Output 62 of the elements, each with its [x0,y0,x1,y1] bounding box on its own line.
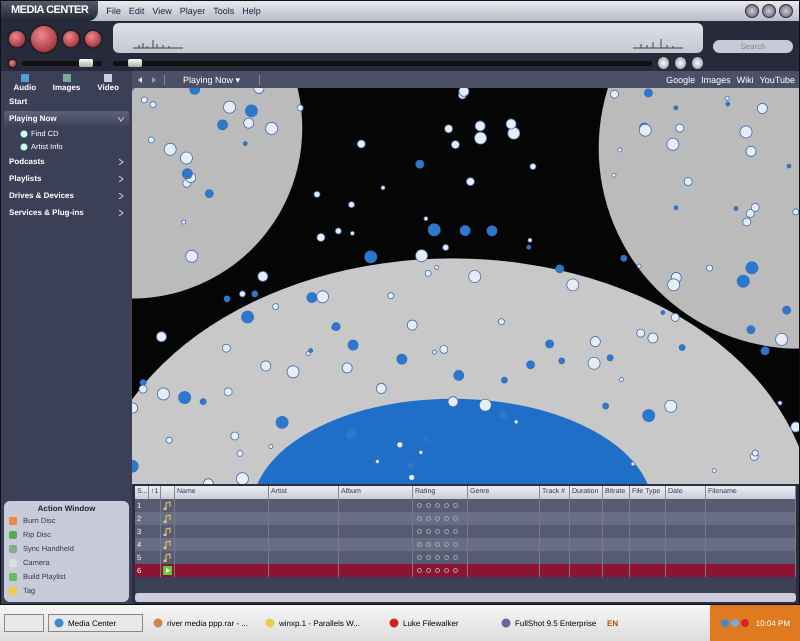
taskbar-button[interactable]: Media Center [48,614,143,632]
media-tab[interactable]: Audio [4,73,46,92]
app-icon [54,618,64,628]
star-rating[interactable] [415,566,460,575]
waveform-drawing [633,39,683,49]
search-field[interactable]: Search [713,40,793,52]
nav-item[interactable]: Drives & Devices [4,188,129,203]
menu-item[interactable]: View [152,6,172,16]
app-icon [153,618,163,628]
media-tab[interactable]: Video [87,73,130,92]
nav-item[interactable]: Podcasts [4,154,129,169]
web-link[interactable]: Google [666,74,696,84]
position-thumb[interactable] [128,58,142,66]
app-logo: MEDIA CENTER [1,1,98,21]
panel-title: Action Window [36,504,96,513]
app-icon [389,618,399,628]
star-rating[interactable] [415,540,460,549]
language-indicator: EN [607,618,618,628]
menu-item[interactable]: File [106,6,121,16]
nav-item[interactable]: Playlists [4,171,129,186]
shuffle-button[interactable] [675,57,686,69]
column-header [161,486,175,499]
taskbar-button[interactable]: river media ppp.rar - ... [147,614,255,632]
taskbar-button[interactable]: winxp.1 - Parallels W... [259,614,379,632]
star-rating[interactable] [415,553,460,562]
app-icon [265,618,275,628]
star-rating[interactable] [415,527,460,536]
tray-icons-drawing [720,618,750,628]
stop-button[interactable] [61,28,81,48]
next-button[interactable] [83,28,103,48]
close-button[interactable] [779,4,793,18]
nav-item[interactable]: Services & Plug-ins [4,205,129,220]
view-tab[interactable]: Playing Now ▾ [164,74,260,84]
start-button[interactable] [4,614,44,632]
repeat-button[interactable] [658,57,670,69]
star-rating[interactable] [415,514,460,523]
menu-item[interactable]: Player [180,6,206,16]
pause-button[interactable] [29,24,59,54]
nav-item[interactable]: Playing Now [4,111,129,126]
menu-item[interactable]: Help [242,6,261,16]
back-icon[interactable] [136,76,144,84]
nav-item[interactable]: Start [4,94,129,109]
maximize-button[interactable] [762,4,776,18]
scrollbar[interactable] [135,593,796,602]
taskbar-button[interactable]: Luke Filewalker [383,614,491,632]
waveform-drawing [133,39,183,49]
previous-button[interactable] [7,28,27,48]
menu-item[interactable]: Tools [213,6,234,16]
clock: 10:04 PM [756,618,790,628]
playlist-button[interactable] [692,57,704,69]
web-link[interactable]: YouTube [760,74,795,84]
menu-item[interactable]: Edit [128,6,144,16]
taskbar-button[interactable]: FullShot 9.5 Enterprise [495,614,603,632]
mute-button[interactable] [7,58,18,68]
web-link[interactable]: Images [701,74,731,84]
volume-thumb[interactable] [79,58,93,66]
minimize-button[interactable] [745,4,759,18]
forward-icon[interactable] [150,76,158,84]
star-rating[interactable] [415,501,460,510]
app-icon [501,618,511,628]
media-tab[interactable]: Images [46,73,88,92]
web-link[interactable]: Wiki [736,74,754,84]
